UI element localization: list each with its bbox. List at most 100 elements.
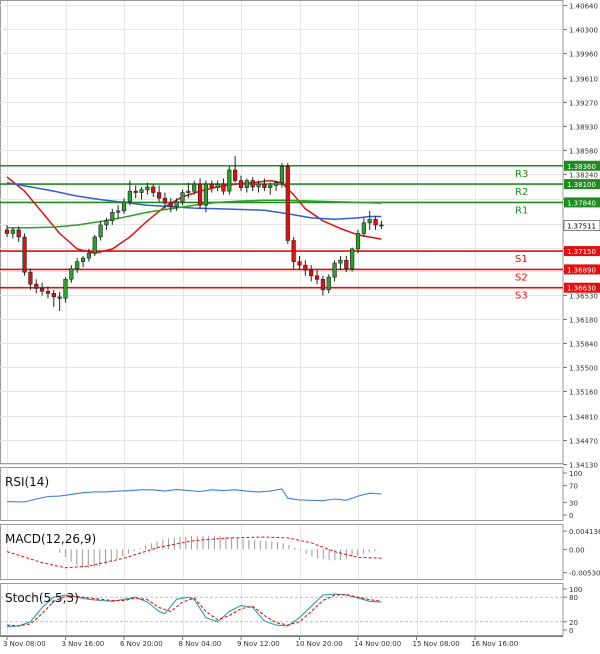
x-tick-label: 14 Nov 00:00 bbox=[354, 640, 401, 648]
candle-body bbox=[80, 257, 86, 262]
x-tick-label: 6 Nov 20:00 bbox=[120, 640, 163, 648]
candle-body bbox=[110, 211, 115, 222]
candle-body bbox=[127, 190, 132, 203]
level-name-s2: S2 bbox=[515, 272, 528, 283]
chart-root: 1.40640 1.40300 1.39960 1.39610 1.39270 1.389… bbox=[0, 0, 600, 650]
candle-body bbox=[309, 269, 314, 277]
candle-body bbox=[139, 189, 144, 193]
y-tick-label: 1.35500 bbox=[569, 365, 598, 373]
level-name-s3: S3 bbox=[515, 291, 528, 302]
candle-body bbox=[355, 233, 361, 250]
indicator-title: Stoch(5,5,3) bbox=[5, 591, 79, 605]
y-tick-label: 1.40300 bbox=[569, 27, 598, 35]
x-tick-label: 15 Nov 08:00 bbox=[413, 640, 460, 648]
y-tick-label: 1.34470 bbox=[569, 438, 598, 446]
candle-body bbox=[250, 180, 255, 188]
indicator-tick-label: 0.004136 bbox=[569, 528, 600, 536]
candle-body bbox=[320, 278, 326, 291]
candle-body bbox=[215, 183, 220, 188]
candle-body bbox=[344, 259, 349, 269]
candle-body bbox=[34, 283, 39, 289]
level-price-label-s1: 1.37150 bbox=[567, 248, 596, 256]
candle-body bbox=[273, 182, 279, 186]
candle-body bbox=[4, 229, 10, 234]
x-tick-label: 10 Nov 20:00 bbox=[296, 640, 343, 648]
current-price-label: 1.37511 bbox=[567, 223, 596, 231]
candle-body bbox=[197, 183, 203, 206]
y-tick-label: 1.36530 bbox=[569, 293, 598, 301]
candle-body bbox=[63, 278, 68, 299]
candle-body bbox=[238, 180, 244, 188]
y-tick-label: 1.38240 bbox=[569, 172, 598, 180]
y-tick-label: 1.38580 bbox=[569, 148, 598, 156]
candle-body bbox=[291, 240, 296, 262]
candle-body bbox=[297, 261, 302, 266]
indicator-tick-label: 100 bbox=[569, 586, 582, 594]
candle-body bbox=[221, 183, 226, 192]
candle-body bbox=[22, 236, 27, 273]
candle-body bbox=[332, 262, 337, 278]
candle bbox=[285, 162, 290, 245]
y-tick-label: 1.39270 bbox=[569, 100, 598, 108]
x-axis: 3 Nov 08:00 3 Nov 16:00 6 Nov 20:00 8 Nov 0… bbox=[0, 636, 563, 648]
y-tick-label: 1.39960 bbox=[569, 51, 598, 59]
x-tick-label: 3 Nov 16:00 bbox=[62, 640, 105, 648]
candle-body bbox=[373, 219, 378, 226]
level-price-label-r3: 1.38360 bbox=[567, 163, 596, 171]
x-tick-label: 9 Nov 12:00 bbox=[237, 640, 280, 648]
candle-body bbox=[244, 180, 249, 188]
indicator-tick-label: 0.00 bbox=[569, 546, 585, 554]
level-price-label-s2: 1.36890 bbox=[567, 266, 596, 274]
candle-body bbox=[314, 275, 320, 280]
indicator-tick-label: 0 bbox=[569, 512, 573, 520]
candle-body bbox=[75, 261, 80, 269]
candle-body bbox=[361, 222, 366, 234]
y-tick-label: 1.34130 bbox=[569, 462, 598, 470]
candle-body bbox=[209, 183, 214, 188]
level-name-r3: R3 bbox=[515, 169, 528, 180]
level-name-r1: R1 bbox=[515, 205, 528, 216]
candle-body bbox=[227, 169, 232, 192]
candle-body bbox=[180, 192, 185, 203]
candle-body bbox=[10, 229, 15, 234]
level-name-s1: S1 bbox=[515, 254, 528, 265]
candle-body bbox=[350, 248, 355, 269]
candle-body bbox=[145, 186, 150, 191]
candle-body bbox=[104, 220, 109, 226]
candle-body bbox=[192, 183, 197, 192]
candle-body bbox=[151, 186, 156, 193]
y-tick-label: 1.35840 bbox=[569, 341, 598, 349]
candle-body bbox=[303, 264, 308, 271]
pane-frame-stoch bbox=[0, 583, 564, 636]
indicator-tick-label: 20 bbox=[569, 619, 578, 627]
candle-body bbox=[268, 185, 273, 188]
indicator-tick-label: 0 bbox=[569, 627, 573, 635]
y-tick-label: 1.36180 bbox=[569, 317, 598, 325]
y-tick-label: 1.34810 bbox=[569, 414, 598, 422]
candle-body bbox=[279, 166, 285, 183]
candle-body bbox=[121, 201, 127, 212]
candle-body bbox=[256, 183, 261, 188]
candle bbox=[350, 247, 355, 272]
indicator-title: RSI(14) bbox=[5, 475, 49, 489]
y-tick-label: 1.40640 bbox=[569, 3, 598, 11]
indicator-tick-label: 100 bbox=[569, 470, 582, 478]
candle-body bbox=[174, 201, 179, 207]
y-tick-label: 1.35160 bbox=[569, 389, 598, 397]
level-price-label-r1: 1.37840 bbox=[567, 199, 596, 207]
y-tick-label: 1.38930 bbox=[569, 124, 598, 132]
indicator-tick-label: 30 bbox=[569, 499, 578, 507]
candle-body bbox=[233, 169, 238, 181]
candle-body bbox=[157, 192, 162, 199]
candle-body bbox=[86, 252, 91, 259]
candle-body bbox=[69, 268, 74, 280]
candle-body bbox=[92, 236, 97, 254]
indicator-tick-label: 70 bbox=[569, 483, 578, 491]
candle-body bbox=[57, 296, 62, 299]
candle-body bbox=[379, 224, 384, 227]
pane-frame-rsi bbox=[0, 467, 564, 521]
level-price-label-r2: 1.38100 bbox=[567, 181, 596, 189]
candle-body bbox=[45, 290, 51, 294]
candle-body bbox=[98, 224, 103, 238]
candle bbox=[227, 166, 232, 195]
